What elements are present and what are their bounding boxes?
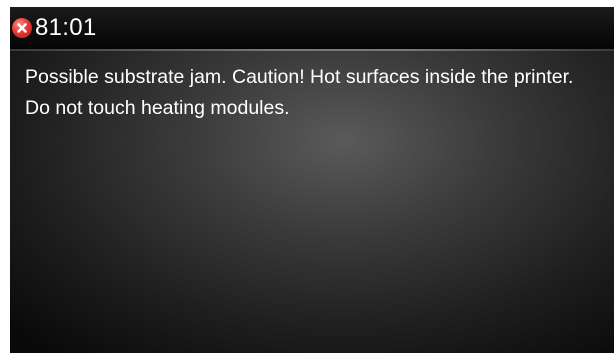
error-code: 81:01 bbox=[35, 14, 97, 41]
title-bar: 81:01 bbox=[10, 7, 614, 49]
error-panel: 81:01 Possible substrate jam. Caution! H… bbox=[10, 7, 614, 353]
error-message: Possible substrate jam. Caution! Hot sur… bbox=[25, 66, 574, 119]
error-icon bbox=[12, 18, 32, 38]
message-area: Possible substrate jam. Caution! Hot sur… bbox=[10, 51, 614, 353]
